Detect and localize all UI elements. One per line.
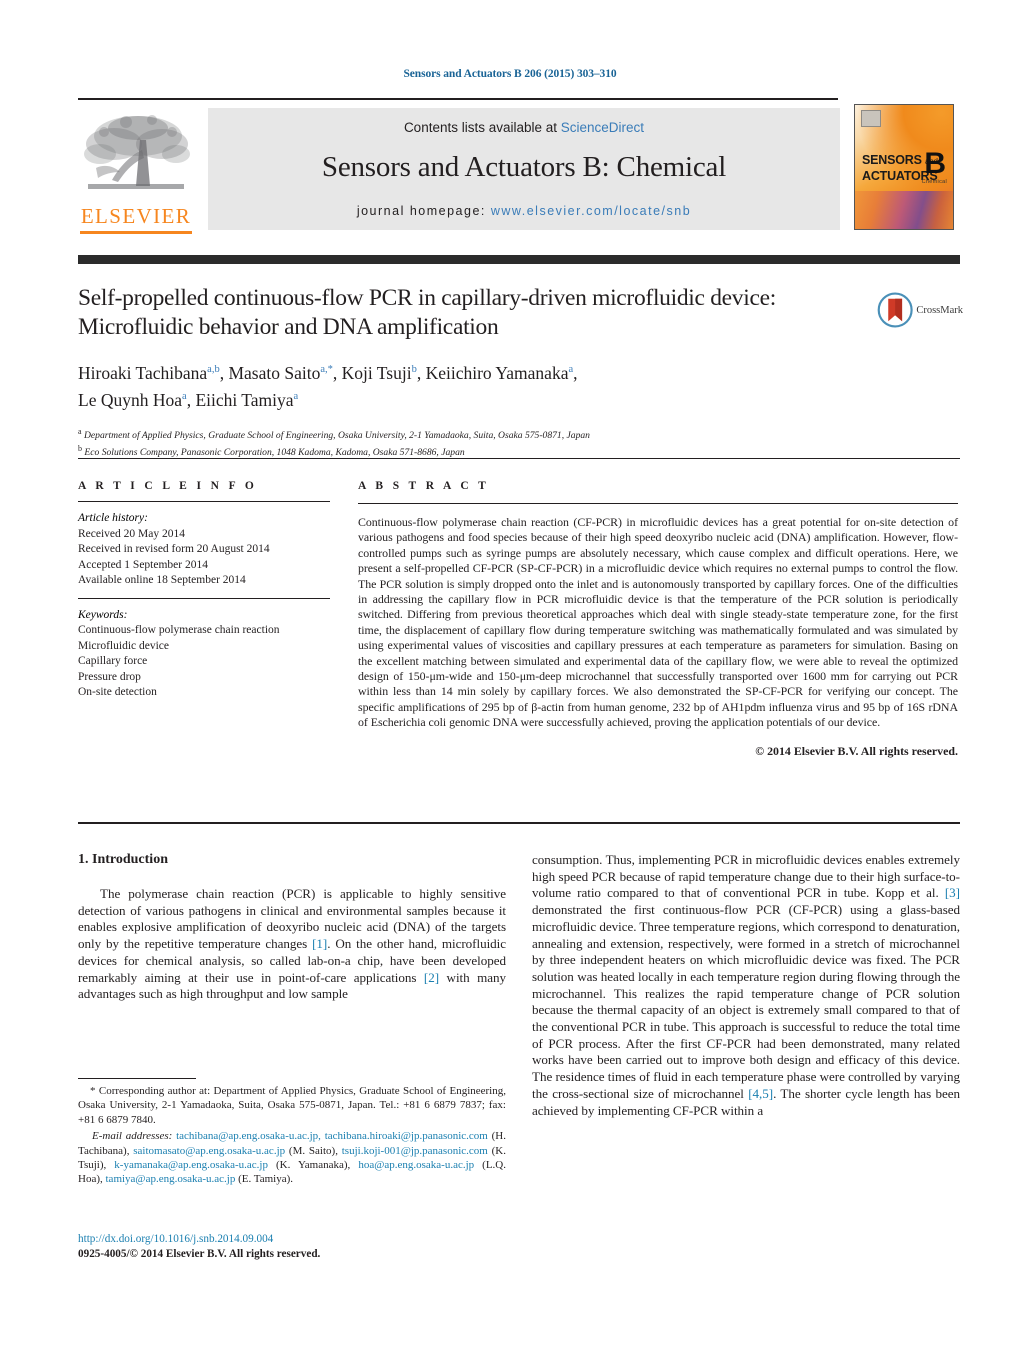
- affiliation-a: a Department of Applied Physics, Graduat…: [78, 425, 868, 443]
- email-link[interactable]: hoa@ap.eng.osaka-u.ac.jp: [358, 1159, 474, 1171]
- issn-copyright-line: 0925-4005/© 2014 Elsevier B.V. All right…: [78, 1248, 321, 1260]
- author-6: , Eiichi Tamiya: [186, 389, 294, 410]
- article-info-column: A R T I C L E I N F O Article history: R…: [78, 480, 330, 701]
- email-link[interactable]: k-yamanaka@ap.eng.osaka-u.ac.jp: [114, 1159, 268, 1171]
- author-list: Hiroaki Tachibanaa,b, Masato Saitoa,*, K…: [78, 358, 868, 412]
- keyword-item: Continuous-flow polymerase chain reactio…: [78, 624, 280, 636]
- keyword-item: Capillary force: [78, 655, 148, 667]
- author-line1-end: ,: [573, 362, 578, 383]
- author-4: , Keiichiro Yamanaka: [416, 362, 569, 383]
- copyright-line: © 2014 Elsevier B.V. All rights reserved…: [755, 743, 958, 758]
- doi-link[interactable]: http://dx.doi.org/10.1016/j.snb.2014.09.…: [78, 1232, 506, 1247]
- history-item: Accepted 1 September 2014: [78, 558, 208, 571]
- intro-paragraph-right: consumption. Thus, implementing PCR in m…: [532, 852, 960, 1119]
- abstract-rule: [358, 503, 958, 504]
- author-6-affil-marker[interactable]: a: [294, 391, 299, 402]
- page-title: Self-propelled continuous-flow PCR in ca…: [78, 285, 776, 340]
- abstract-heading: A B S T R A C T: [358, 480, 490, 492]
- email-owner: (E. Tamiya).: [235, 1173, 294, 1186]
- article-info-heading: A R T I C L E I N F O: [78, 480, 258, 492]
- email-link[interactable]: tsuji.koji-001@jp.panasonic.com: [342, 1145, 488, 1157]
- keywords-label: Keywords:: [78, 608, 128, 621]
- affiliation-a-text: Department of Applied Physics, Graduate …: [81, 429, 590, 441]
- journal-header-band: Contents lists available at ScienceDirec…: [208, 108, 840, 230]
- cover-elsevier-mark-icon: [861, 110, 881, 127]
- email-link[interactable]: tachibana@ap.eng.osaka-u.ac.jp,: [176, 1130, 321, 1142]
- header-rule: [78, 98, 838, 100]
- email-addresses-note: E-mail addresses: tachibana@ap.eng.osaka…: [78, 1129, 506, 1187]
- article-title-block: Self-propelled continuous-flow PCR in ca…: [78, 284, 868, 460]
- elsevier-wordmark: ELSEVIER: [80, 204, 192, 228]
- history-item: Received in revised form 20 August 2014: [78, 543, 270, 555]
- author-2: , Masato Saito: [219, 362, 321, 383]
- history-item: Received 20 May 2014: [78, 527, 185, 540]
- crossmark-label: CrossMark: [916, 304, 963, 316]
- history-item: Available online 18 September 2014: [78, 574, 246, 586]
- journal-homepage-line: journal homepage: www.elsevier.com/locat…: [208, 204, 840, 218]
- footnote-block: * Corresponding author at: Department of…: [78, 1084, 506, 1187]
- citation-3[interactable]: [3]: [945, 885, 960, 900]
- abstract-section-rule: [78, 822, 960, 824]
- email-link[interactable]: tachibana.hiroaki@jp.panasonic.com: [325, 1130, 488, 1142]
- doi-block: http://dx.doi.org/10.1016/j.snb.2014.09.…: [78, 1232, 506, 1262]
- homepage-prefix: journal homepage:: [356, 204, 491, 218]
- body-left-column: 1. Introduction The polymerase chain rea…: [78, 852, 506, 1003]
- journal-article-page: Sensors and Actuators B 206 (2015) 303–3…: [0, 0, 1020, 1351]
- article-history-label: Article history:: [78, 512, 148, 524]
- cover-gradient-footer: [855, 191, 953, 229]
- contents-prefix: Contents lists available at: [403, 120, 561, 135]
- email-link[interactable]: saitomasato@ap.eng.osaka-u.ac.jp: [133, 1145, 285, 1157]
- intro-paragraph-left: The polymerase chain reaction (PCR) is a…: [78, 886, 506, 1003]
- masthead-dark-band: [78, 255, 960, 264]
- email-label: E-mail addresses:: [92, 1130, 173, 1143]
- author-1-affil-marker[interactable]: a,b: [207, 364, 220, 375]
- section-heading-introduction: 1. Introduction: [78, 852, 168, 867]
- abstract-text: Continuous-flow polymerase chain reactio…: [358, 515, 958, 730]
- affiliations: a Department of Applied Physics, Graduat…: [78, 425, 868, 460]
- crossmark-icon: [877, 292, 913, 328]
- crossmark-badge[interactable]: CrossMark: [877, 288, 963, 332]
- cover-series-letter: B: [924, 147, 946, 180]
- journal-title: Sensors and Actuators B: Chemical: [321, 151, 727, 183]
- journal-homepage-link[interactable]: www.elsevier.com/locate/snb: [491, 204, 691, 218]
- footnote-rule: [78, 1078, 196, 1079]
- author-3: , Koji Tsuji: [332, 362, 412, 383]
- elsevier-tree-icon: [84, 115, 190, 189]
- journal-cover-thumbnail: SENSORS and ACTUATORS B Chemical: [854, 104, 954, 230]
- keyword-item: Pressure drop: [78, 670, 141, 683]
- body-right-column: consumption. Thus, implementing PCR in m…: [532, 852, 960, 1119]
- running-head: Sensors and Actuators B 206 (2015) 303–3…: [403, 68, 617, 80]
- author-2-affil-marker[interactable]: a,*: [320, 364, 333, 375]
- cover-line1: SENSORS: [862, 153, 922, 167]
- keyword-item: On-site detection: [78, 686, 157, 698]
- email-link[interactable]: tamiya@ap.eng.osaka-u.ac.jp: [106, 1173, 236, 1185]
- email-owner: (K. Yamanaka),: [267, 1159, 351, 1172]
- affiliation-b-text: Eco Solutions Company, Panasonic Corpora…: [82, 447, 465, 459]
- citation-4-5[interactable]: [4,5]: [748, 1086, 773, 1101]
- sciencedirect-link[interactable]: ScienceDirect: [561, 120, 644, 135]
- elsevier-underline: [80, 231, 192, 234]
- email-owner: (M. Saito),: [285, 1144, 342, 1157]
- contents-available-line: Contents lists available at ScienceDirec…: [208, 108, 840, 135]
- citation-1[interactable]: [1]: [312, 936, 327, 951]
- keyword-item: Microfluidic device: [78, 639, 170, 652]
- elsevier-logo: ELSEVIER: [78, 108, 194, 234]
- title-section-rule: [78, 458, 960, 459]
- keywords-rule: [78, 597, 330, 599]
- article-info-rule: [78, 501, 330, 502]
- abstract-column: A B S T R A C T Continuous-flow polymera…: [358, 480, 958, 759]
- author-5: Le Quynh Hoa: [78, 389, 183, 410]
- intro-right-b: demonstrated the first continuous-flow P…: [532, 902, 961, 1101]
- intro-right-a: consumption. Thus, implementing PCR in m…: [532, 852, 960, 901]
- citation-2[interactable]: [2]: [424, 970, 439, 985]
- corresponding-author-note: * Corresponding author at: Department of…: [78, 1085, 506, 1126]
- journal-masthead: ELSEVIER Contents lists available at Sci…: [78, 104, 958, 259]
- cover-subtitle: Chemical: [921, 179, 947, 185]
- author-1: Hiroaki Tachibana: [78, 362, 208, 383]
- keywords-block: Keywords: Continuous-flow polymerase cha…: [78, 608, 330, 701]
